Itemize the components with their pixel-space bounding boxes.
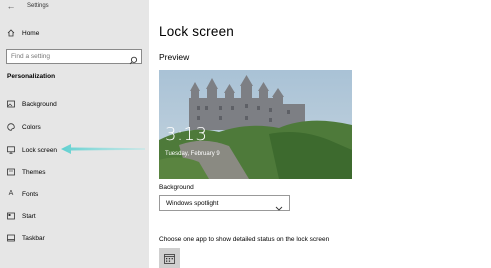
preview-time: 3:13	[165, 124, 208, 145]
background-dropdown-value: Windows spotlight	[166, 200, 219, 207]
sidebar-item-label: Fonts	[22, 190, 39, 198]
search-icon[interactable]	[129, 52, 138, 65]
search-input[interactable]: Find a setting	[6, 49, 142, 65]
sidebar-item-label: Themes	[22, 168, 46, 176]
chevron-down-icon	[275, 199, 283, 211]
background-label: Background	[159, 184, 194, 191]
start-icon	[7, 212, 15, 220]
sidebar-item-label: Start	[22, 212, 36, 220]
preview-heading: Preview	[159, 52, 190, 62]
section-heading: Personalization	[7, 73, 56, 80]
sidebar-item-start[interactable]: Start	[0, 207, 149, 225]
monitor-icon	[7, 146, 15, 154]
font-icon: A	[8, 190, 14, 197]
sidebar-item-home[interactable]: Home	[0, 24, 149, 42]
picture-icon	[7, 100, 15, 108]
back-arrow-icon[interactable]: ←	[6, 1, 16, 11]
search-placeholder: Find a setting	[11, 53, 51, 60]
preview-date: Tuesday, February 9	[165, 151, 220, 157]
sidebar-item-label: Background	[22, 100, 57, 108]
sidebar-item-label: Lock screen	[22, 146, 58, 154]
sidebar-item-themes[interactable]: Themes	[0, 163, 149, 181]
main-content: Lock screen Preview 3:13 Tuesday, Februa…	[149, 0, 491, 268]
sidebar-item-fonts[interactable]: A Fonts	[0, 185, 149, 203]
detailed-status-label: Choose one app to show detailed status o…	[159, 236, 330, 243]
palette-icon	[7, 123, 15, 131]
sidebar-item-label: Colors	[22, 123, 41, 131]
title-bar: ← Settings	[0, 0, 149, 14]
sidebar-item-label: Taskbar	[22, 234, 45, 242]
sidebar: ← Settings Home Find a setting Personali…	[0, 0, 149, 268]
home-icon	[7, 29, 15, 37]
lock-screen-preview: 3:13 Tuesday, February 9	[159, 70, 352, 179]
brush-icon	[7, 168, 15, 176]
annotation-arrow	[61, 144, 145, 154]
page-title: Lock screen	[159, 24, 234, 39]
taskbar-icon	[7, 234, 15, 242]
sidebar-item-label: Home	[22, 29, 40, 37]
sidebar-item-colors[interactable]: Colors	[0, 118, 149, 136]
app-title: Settings	[27, 3, 49, 9]
sidebar-item-background[interactable]: Background	[0, 95, 149, 113]
calendar-icon	[164, 254, 175, 264]
sidebar-item-taskbar[interactable]: Taskbar	[0, 229, 149, 247]
background-dropdown[interactable]: Windows spotlight	[159, 195, 290, 211]
detailed-status-app-button[interactable]	[159, 248, 180, 268]
